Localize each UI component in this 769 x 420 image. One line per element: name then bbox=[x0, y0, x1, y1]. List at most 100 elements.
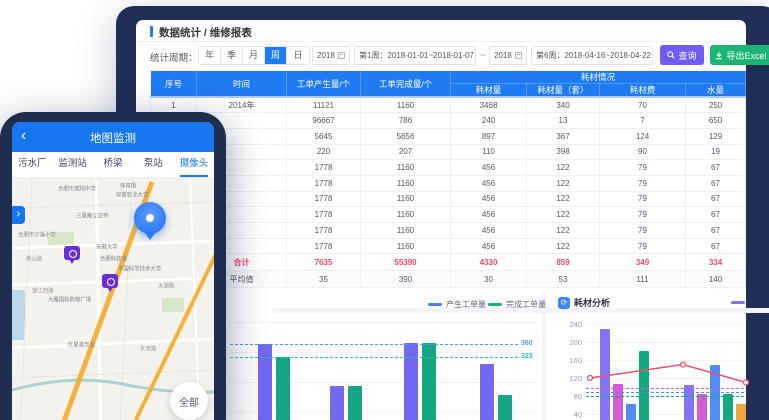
annotation-line bbox=[230, 344, 518, 345]
table-total-row: 合计7635553904330859349334 bbox=[151, 254, 746, 271]
phone-tab-泵站[interactable]: 泵站 bbox=[133, 152, 173, 177]
consumable-bar bbox=[723, 394, 733, 420]
analysis-icon: ⟳ bbox=[558, 297, 570, 309]
search-button[interactable]: 查询 bbox=[660, 45, 704, 65]
legend-line-created bbox=[428, 303, 442, 306]
table-cell: 67 bbox=[686, 207, 746, 223]
table-cell: 250 bbox=[686, 97, 746, 113]
table-cell: 1778 bbox=[287, 223, 361, 239]
table-cell: 79 bbox=[600, 160, 686, 176]
table-cell: 390 bbox=[361, 271, 451, 288]
table-cell: 7635 bbox=[287, 254, 361, 271]
table-cell: 67 bbox=[686, 223, 746, 239]
search-icon bbox=[667, 51, 675, 59]
col-group-consumables: 耗材情况 bbox=[451, 71, 746, 84]
table-row: 6177811604561227967 bbox=[151, 175, 746, 191]
table-cell: 859 bbox=[527, 254, 600, 271]
col-header-water: 水量 bbox=[686, 84, 746, 98]
phone-tab-摄像头[interactable]: 摄像头 bbox=[174, 152, 214, 177]
col-header-time: 时间 bbox=[197, 71, 287, 98]
period-option-日[interactable]: 日 bbox=[287, 47, 309, 64]
export-excel-button[interactable]: 导出Excel bbox=[710, 45, 769, 65]
week-end-input[interactable]: 第6周：2018-04-16~2018-04-22 bbox=[531, 46, 653, 65]
period-option-月[interactable]: 月 bbox=[243, 47, 265, 64]
table-cell: 3468 bbox=[451, 97, 527, 113]
map-label: 中国科学技术大学 bbox=[118, 264, 161, 272]
table-cell: 111 bbox=[600, 271, 686, 288]
bar-完成工单量 bbox=[348, 386, 362, 420]
table-cell: 4330 bbox=[451, 254, 527, 271]
legend-line-completed bbox=[488, 303, 502, 306]
table-cell: 456 bbox=[451, 175, 527, 191]
bar-产生工单量 bbox=[330, 386, 344, 420]
table-cell: 2014年 bbox=[197, 97, 287, 113]
table-cell: 79 bbox=[600, 191, 686, 207]
legend-label-completed: 完成工单量 bbox=[506, 299, 546, 310]
table-cell: 140 bbox=[686, 271, 746, 288]
table-row: 12014年111211160346834070250 bbox=[151, 97, 746, 113]
year-end-select[interactable]: 2018 bbox=[489, 46, 527, 65]
breadcrumb: 数据统计 / 维修报表 bbox=[136, 20, 746, 42]
table-cell: 220 bbox=[287, 144, 361, 160]
breadcrumb-text: 数据统计 / 维修报表 bbox=[159, 25, 252, 40]
map-all-button[interactable]: 全部 bbox=[170, 382, 208, 420]
phone-tab-桥梁[interactable]: 桥梁 bbox=[93, 152, 133, 177]
download-icon bbox=[715, 51, 723, 60]
table-row: 7177811604561227967 bbox=[151, 191, 746, 207]
table-cell: 67 bbox=[686, 175, 746, 191]
table-cell: 79 bbox=[600, 223, 686, 239]
phone-tab-污水厂[interactable]: 污水厂 bbox=[12, 152, 52, 177]
average-line bbox=[586, 388, 744, 389]
period-option-年[interactable]: 年 bbox=[199, 47, 221, 64]
table-cell: 1160 bbox=[361, 175, 451, 191]
table-cell: 340 bbox=[527, 97, 600, 113]
export-button-label: 导出Excel bbox=[726, 49, 766, 62]
year-start-value: 2018 bbox=[317, 51, 335, 60]
table-cell: 650 bbox=[686, 113, 746, 129]
table-cell: 1160 bbox=[361, 238, 451, 254]
table-cell: 35 bbox=[287, 271, 361, 288]
camera-pin[interactable] bbox=[102, 274, 118, 288]
report-table: 序号 时间 工单产生量/个 工单完成量/个 耗材情况 耗材量 耗材量（套） 耗材… bbox=[150, 70, 746, 288]
table-cell: 122 bbox=[527, 160, 600, 176]
consumable-bar bbox=[600, 329, 610, 420]
table-cell: 240 bbox=[451, 113, 527, 129]
table-cell: 207 bbox=[361, 144, 451, 160]
map-view[interactable]: 体育场安徽农业大学合肥市琥珀中学三里庵立交桥合肥市宁溪小学安徽大学合肥科技馆中国… bbox=[12, 178, 214, 420]
week-end-value: 第6周：2018-04-16~2018-04-22 bbox=[536, 50, 651, 61]
table-cell: 11121 bbox=[287, 97, 361, 113]
chart-divider bbox=[542, 293, 546, 420]
camera-pin[interactable] bbox=[64, 246, 80, 260]
table-row: 9177811604561227967 bbox=[151, 223, 746, 239]
period-option-周[interactable]: 周 bbox=[265, 47, 287, 64]
phone-tab-bar: 污水厂监测站桥梁泵站摄像头 bbox=[12, 152, 214, 178]
annotation-value: 323 bbox=[521, 353, 533, 360]
selected-location-pin[interactable] bbox=[134, 202, 166, 234]
map-expander-button[interactable]: › bbox=[12, 206, 25, 224]
table-cell: 456 bbox=[451, 207, 527, 223]
consumable-bar bbox=[697, 394, 707, 420]
table-cell: 13 bbox=[527, 113, 600, 129]
annotation-value: 360 bbox=[521, 340, 533, 347]
phone-screen: ‹ 地图监测 污水厂监测站桥梁泵站摄像头 bbox=[12, 122, 214, 420]
table-cell: 456 bbox=[451, 160, 527, 176]
phone-tab-监测站[interactable]: 监测站 bbox=[52, 152, 92, 177]
table-cell: 55390 bbox=[361, 254, 451, 271]
calendar-icon bbox=[338, 52, 345, 59]
table-cell: 67 bbox=[686, 160, 746, 176]
y-axis-tick: 240 bbox=[562, 320, 582, 329]
week-start-input[interactable]: 第1周：2018-01-01~2018-01-07 bbox=[354, 46, 476, 65]
year-start-select[interactable]: 2018 bbox=[312, 46, 350, 65]
left-chart-gridline bbox=[230, 322, 538, 323]
filter-toolbar: 统计周期： 年季月周日 2018 第1周：2018-01-01~2018-01-… bbox=[136, 42, 746, 68]
table-cell: 1160 bbox=[361, 160, 451, 176]
map-label: 合肥市琥珀中学 bbox=[58, 184, 96, 192]
map-label: 三里庵立交桥 bbox=[76, 211, 108, 219]
table-cell: 122 bbox=[527, 191, 600, 207]
calendar-icon bbox=[515, 52, 522, 59]
table-cell: 110 bbox=[451, 144, 527, 160]
average-line bbox=[586, 392, 744, 393]
period-option-季[interactable]: 季 bbox=[221, 47, 243, 64]
right-chart-header: ⟳ 耗材分析 bbox=[558, 296, 610, 309]
table-cell: 122 bbox=[527, 238, 600, 254]
